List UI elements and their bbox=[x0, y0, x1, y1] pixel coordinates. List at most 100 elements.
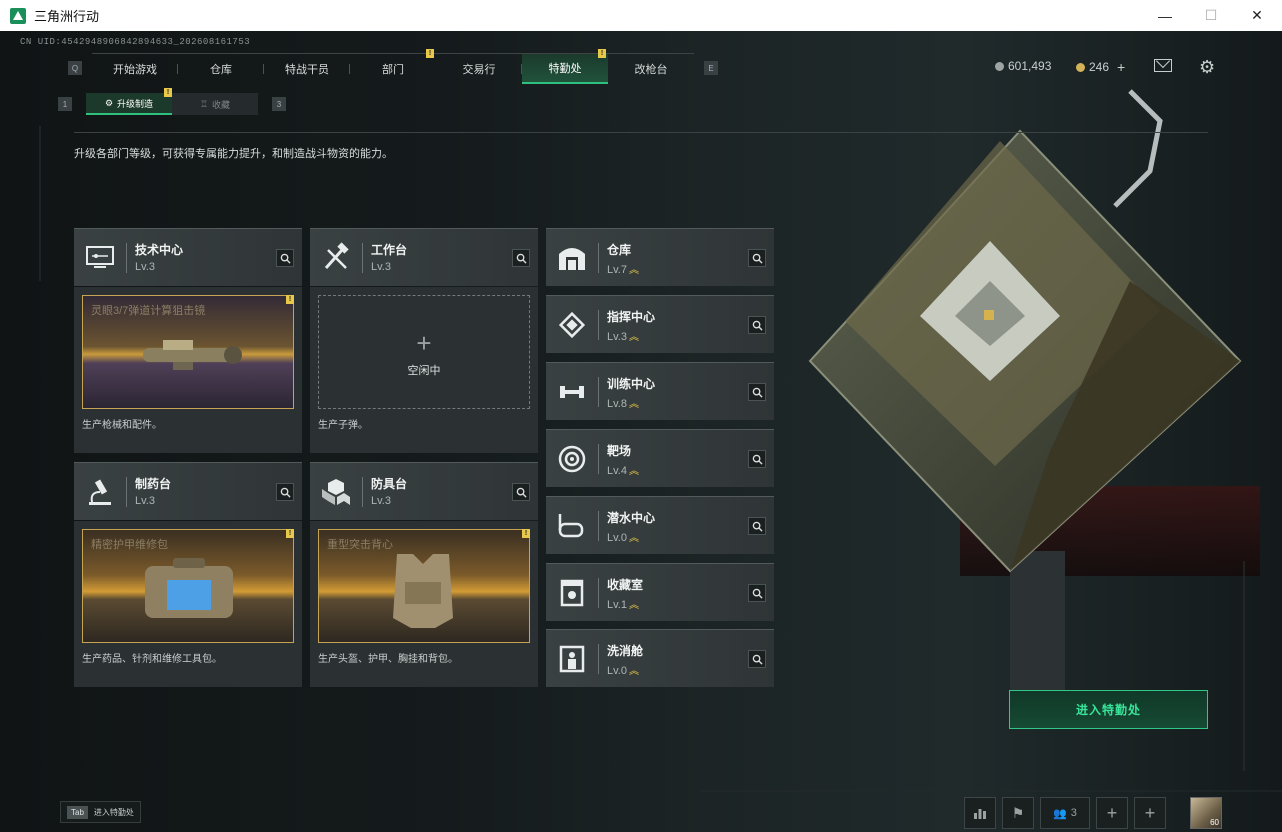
subtab-collection-label: 收藏 bbox=[212, 99, 231, 110]
facility-name: 靶场 bbox=[607, 444, 632, 458]
inspect-button[interactable] bbox=[748, 517, 766, 535]
add-gold-button[interactable]: + bbox=[1117, 59, 1125, 75]
scope-image bbox=[143, 340, 242, 370]
facility-warehouse[interactable]: 仓库 Lv.7 ︽ bbox=[546, 228, 774, 286]
gold-currency[interactable]: 246 + bbox=[1076, 59, 1125, 75]
stats-chart-icon[interactable] bbox=[964, 797, 996, 829]
notification-badge: ! bbox=[164, 88, 172, 97]
tab-special-ops[interactable]: 特勤处 ! bbox=[522, 49, 608, 84]
inspect-button[interactable] bbox=[276, 249, 294, 267]
cubes-icon bbox=[322, 479, 350, 505]
search-icon bbox=[752, 387, 763, 398]
inspect-button[interactable] bbox=[748, 650, 766, 668]
facility-level: Lv.3 bbox=[371, 261, 391, 273]
facility-diving-center[interactable]: 潜水中心 Lv.0 ︽ bbox=[546, 496, 774, 554]
separator bbox=[598, 444, 599, 474]
squad-button[interactable]: 👥 3 bbox=[1040, 797, 1090, 829]
flag-icon[interactable]: ⚑ bbox=[1002, 797, 1034, 829]
facility-command-center[interactable]: 指挥中心 Lv.3 ︽ bbox=[546, 295, 774, 353]
enter-special-ops-button[interactable]: 进入特勤处 bbox=[1009, 690, 1208, 729]
tab-operators[interactable]: 特战干员 bbox=[264, 54, 350, 84]
silver-amount: 601,493 bbox=[1008, 59, 1052, 73]
window-title: 三角洲行动 bbox=[34, 9, 100, 24]
card-workbench-body[interactable]: + 空闲中 生产子弹。 bbox=[310, 287, 538, 453]
nav-prev-key[interactable]: Q bbox=[68, 61, 82, 75]
idle-slot[interactable]: + 空闲中 bbox=[318, 295, 530, 409]
subnav-prev-key[interactable]: 1 bbox=[58, 97, 72, 111]
tab-gunsmith[interactable]: 改枪台 bbox=[608, 54, 694, 84]
idle-label: 空闲中 bbox=[407, 365, 441, 377]
inspect-button[interactable] bbox=[512, 483, 530, 501]
tab-key: Tab bbox=[67, 805, 88, 819]
card-workbench[interactable]: 工作台 Lv.3 bbox=[310, 228, 538, 286]
facility-name: 训练中心 bbox=[607, 377, 656, 391]
diving-mask-icon bbox=[558, 514, 584, 538]
facility-shooting-range[interactable]: 靶场 Lv.4 ︽ bbox=[546, 429, 774, 487]
facility-training-center[interactable]: 训练中心 Lv.8 ︽ bbox=[546, 362, 774, 420]
notification-badge: ! bbox=[286, 529, 294, 538]
bottom-toolbar: ⚑ 👥 3 + + bbox=[958, 797, 1166, 829]
nav-next-key[interactable]: E bbox=[704, 61, 718, 75]
maximize-button[interactable]: ☐ bbox=[1188, 0, 1234, 31]
silver-currency: 601,493 bbox=[995, 59, 1051, 73]
tab-warehouse[interactable]: 仓库 bbox=[178, 54, 264, 84]
inspect-button[interactable] bbox=[512, 249, 530, 267]
facility-collection-room[interactable]: 收藏室 Lv.1 ︽ bbox=[546, 563, 774, 621]
squad-count: 3 bbox=[1070, 807, 1077, 819]
separator bbox=[362, 243, 363, 273]
card-armor-bench[interactable]: 防具台 Lv.3 bbox=[310, 462, 538, 520]
gold-amount: 246 bbox=[1089, 60, 1110, 74]
upgrade-arrow-icon: ︽ bbox=[628, 399, 639, 410]
facility-level: Lv.3 bbox=[135, 261, 155, 273]
notification-badge: ! bbox=[598, 49, 606, 58]
repair-kit-image bbox=[145, 558, 233, 618]
inspect-button[interactable] bbox=[276, 483, 294, 501]
subtab-collection[interactable]: ♖ 收藏 bbox=[172, 93, 258, 115]
facility-level: Lv.0 ︽ bbox=[607, 665, 639, 677]
facility-level: Lv.3 bbox=[371, 495, 391, 507]
target-icon bbox=[558, 445, 586, 473]
mail-icon[interactable] bbox=[1154, 59, 1172, 72]
separator bbox=[598, 644, 599, 674]
product-slot[interactable]: 精密护甲维修包 bbox=[82, 529, 294, 643]
notification-badge: ! bbox=[522, 529, 530, 538]
search-icon bbox=[752, 588, 763, 599]
close-button[interactable]: ✕ bbox=[1234, 0, 1280, 31]
tools-icon bbox=[324, 242, 349, 269]
facility-name: 潜水中心 bbox=[607, 511, 656, 525]
inspect-button[interactable] bbox=[748, 383, 766, 401]
tab-department[interactable]: 部门 ! bbox=[350, 49, 436, 84]
tab-special-ops-label: 特勤处 bbox=[548, 63, 582, 75]
facility-name: 洗消舱 bbox=[607, 644, 644, 658]
avatar[interactable]: 60 bbox=[1190, 797, 1222, 829]
product-slot[interactable]: 重型突击背心 bbox=[318, 529, 530, 643]
card-tech-center-body[interactable]: 灵眼3/7弹道计算狙击镜 ! 生产枪械和配件。 bbox=[74, 287, 302, 453]
separator bbox=[598, 511, 599, 541]
page-description: 升级各部门等级，可获得专属能力提升，和制造战斗物资的能力。 bbox=[74, 148, 393, 160]
card-pharmacy[interactable]: 制药台 Lv.3 bbox=[74, 462, 302, 520]
tab-trading[interactable]: 交易行 bbox=[436, 54, 522, 84]
product-slot[interactable]: 灵眼3/7弹道计算狙击镜 bbox=[82, 295, 294, 409]
card-pharmacy-body[interactable]: 精密护甲维修包 ! 生产药品、针剂和维修工具包。 bbox=[74, 521, 302, 687]
tab-start-game[interactable]: 开始游戏 bbox=[92, 54, 178, 84]
upgrade-arrow-icon: ︽ bbox=[628, 332, 639, 343]
subnav-next-key[interactable]: 3 bbox=[272, 97, 286, 111]
inspect-button[interactable] bbox=[748, 584, 766, 602]
tab-shortcut-hint[interactable]: Tab 进入特勤处 bbox=[60, 801, 141, 823]
facility-level: Lv.8 ︽ bbox=[607, 398, 639, 410]
minimize-button[interactable]: — bbox=[1142, 0, 1188, 31]
card-tech-center[interactable]: 技术中心 Lv.3 bbox=[74, 228, 302, 286]
inspect-button[interactable] bbox=[748, 249, 766, 267]
notification-badge: ! bbox=[286, 295, 294, 304]
add-friend-button[interactable]: + bbox=[1134, 797, 1166, 829]
facility-name: 工作台 bbox=[371, 243, 408, 257]
add-friend-button[interactable]: + bbox=[1096, 797, 1128, 829]
upgrade-arrow-icon: ︽ bbox=[628, 533, 639, 544]
card-armor-bench-body[interactable]: 重型突击背心 ! 生产头盔、护甲、胸挂和背包。 bbox=[310, 521, 538, 687]
facility-level: Lv.4 ︽ bbox=[607, 465, 639, 477]
inspect-button[interactable] bbox=[748, 316, 766, 334]
inspect-button[interactable] bbox=[748, 450, 766, 468]
settings-gear-icon[interactable]: ⚙ bbox=[1199, 57, 1215, 78]
facility-decon-chamber[interactable]: 洗消舱 Lv.0 ︽ bbox=[546, 629, 774, 687]
subtab-upgrade-craft[interactable]: ⚙ 升级制造 ! bbox=[86, 88, 172, 115]
